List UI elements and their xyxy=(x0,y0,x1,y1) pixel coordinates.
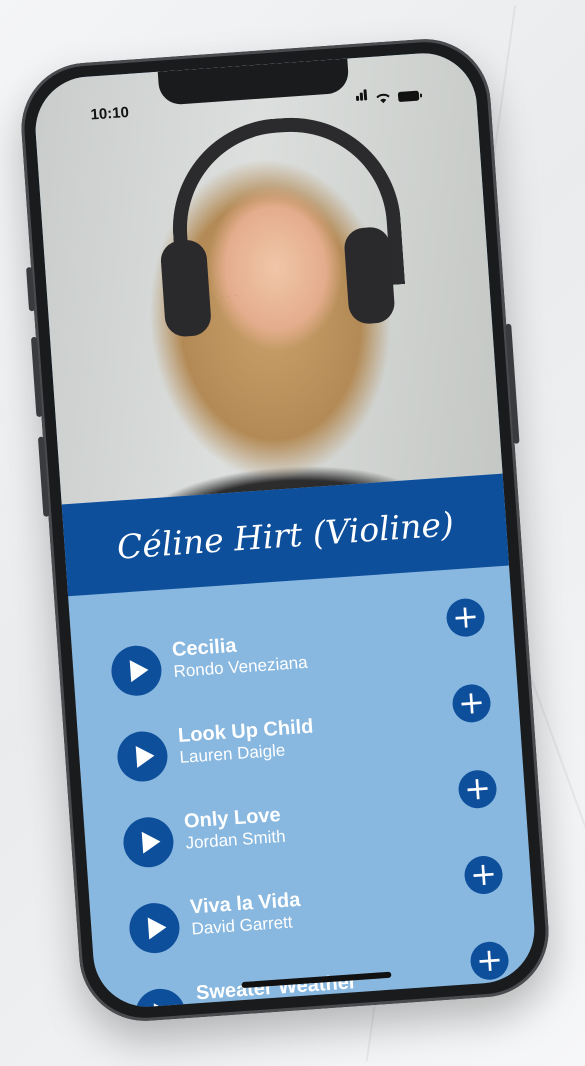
headphone-ear-left xyxy=(159,238,213,338)
play-button[interactable] xyxy=(121,815,176,869)
plus-icon: + xyxy=(468,854,499,894)
phone-screen: 10:10 Céline Hirt (Violine) Cecilia Rond… xyxy=(32,49,538,1011)
volume-down-button xyxy=(37,436,50,517)
play-button[interactable] xyxy=(109,644,164,698)
plus-icon: + xyxy=(462,768,493,809)
plus-icon: + xyxy=(450,596,481,637)
play-icon xyxy=(141,830,161,854)
play-icon xyxy=(135,744,155,768)
signal-icon xyxy=(355,87,368,106)
play-button[interactable] xyxy=(115,729,170,784)
power-button xyxy=(505,323,520,444)
battery-icon xyxy=(397,90,423,102)
play-button[interactable] xyxy=(127,901,182,955)
add-button[interactable]: + xyxy=(463,854,504,896)
status-time: 10:10 xyxy=(89,103,130,124)
artist-title: Céline Hirt (Violine) xyxy=(115,503,455,567)
wifi-icon xyxy=(376,93,390,104)
play-icon xyxy=(147,916,167,940)
play-button[interactable] xyxy=(133,987,188,1011)
add-button[interactable]: + xyxy=(469,939,510,982)
add-button[interactable]: + xyxy=(451,683,492,724)
plus-icon: + xyxy=(456,682,487,723)
play-icon xyxy=(153,1002,173,1011)
phone-frame: 10:10 Céline Hirt (Violine) Cecilia Rond… xyxy=(17,34,553,1026)
plus-icon: + xyxy=(474,939,505,980)
volume-up-button xyxy=(30,336,43,418)
mute-switch xyxy=(26,267,36,312)
add-button[interactable]: + xyxy=(445,597,486,638)
play-icon xyxy=(129,658,149,683)
headphone-ear-right xyxy=(343,226,396,325)
add-button[interactable]: + xyxy=(457,768,498,810)
